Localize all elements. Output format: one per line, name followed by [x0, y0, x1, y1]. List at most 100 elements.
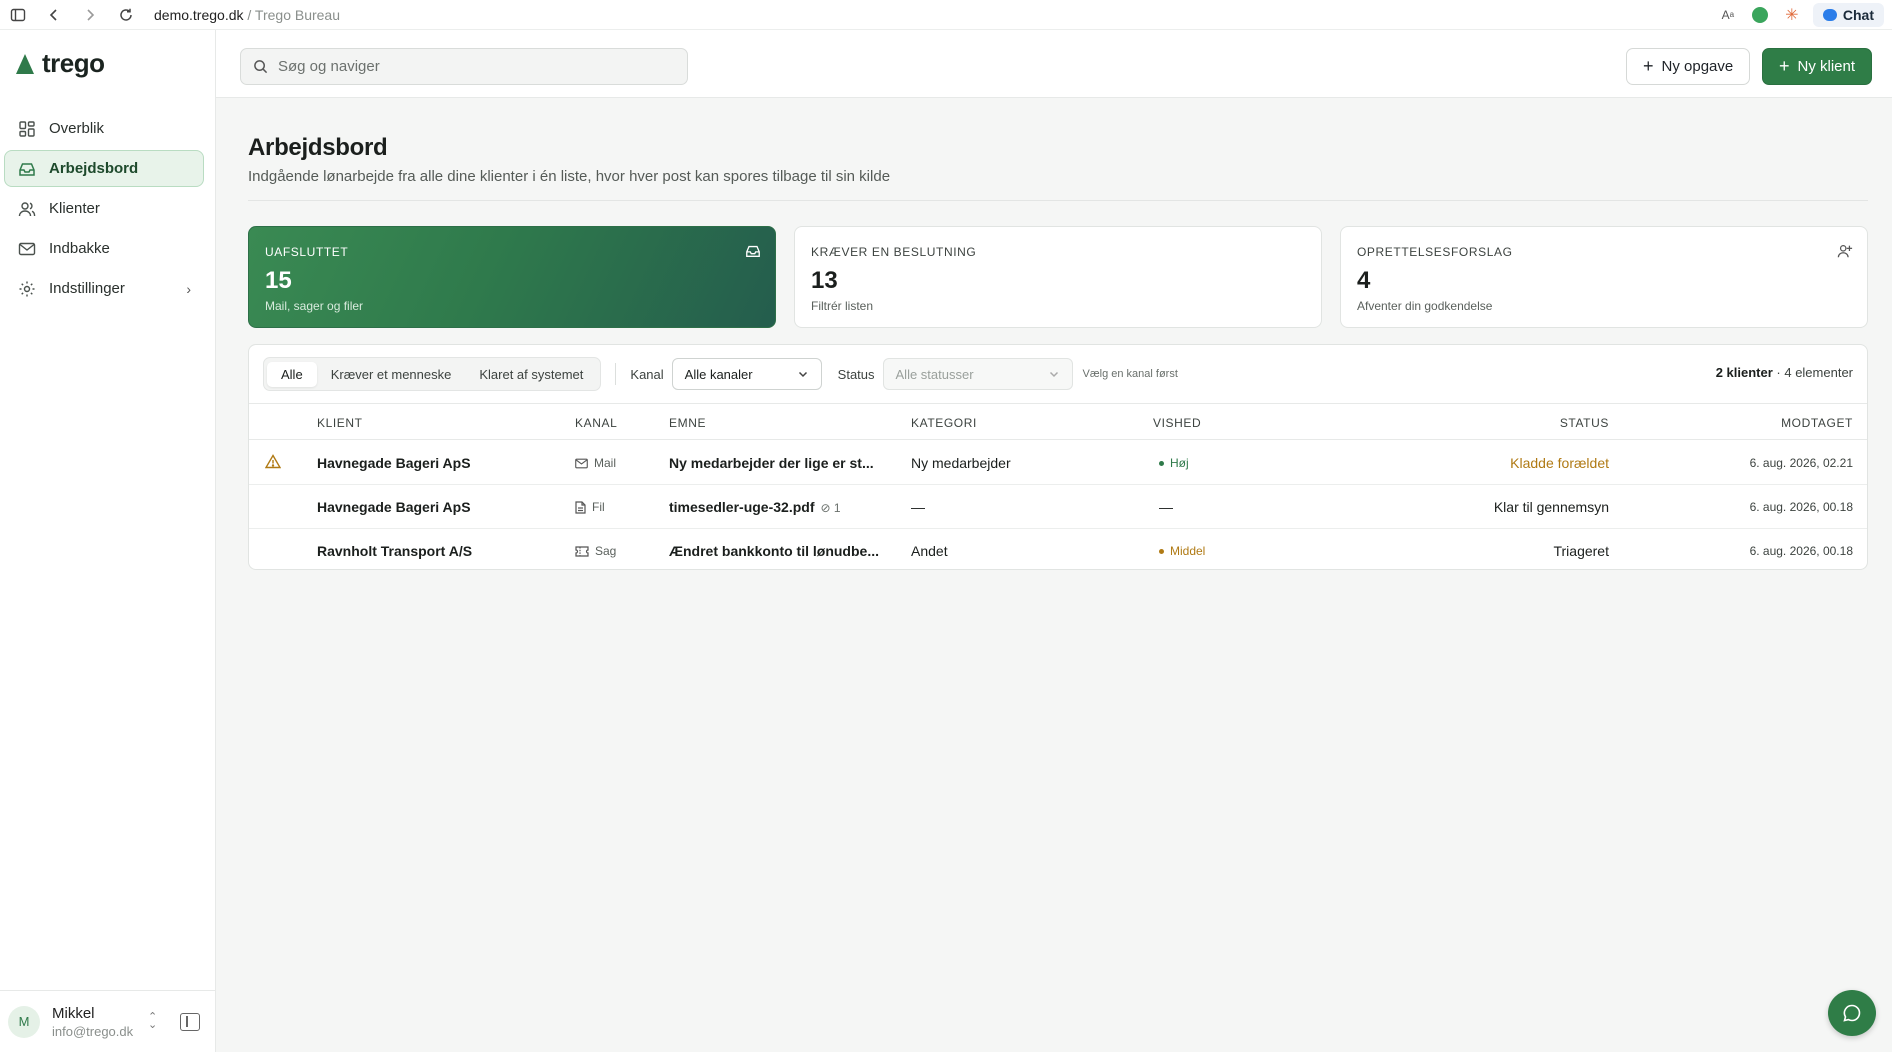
confidence-dot-icon: [1159, 549, 1164, 555]
user-name: Mikkel: [52, 1004, 95, 1022]
chat-fab-button[interactable]: [1828, 990, 1876, 1036]
filter-tab-alle[interactable]: Alle: [267, 361, 317, 387]
mail-icon: [575, 458, 588, 468]
back-icon[interactable]: [36, 0, 72, 30]
gear-icon: [17, 279, 37, 299]
chat-label: Chat: [1842, 6, 1874, 23]
sidebar-item-label: Klienter: [49, 200, 100, 217]
stat-card-value: 4: [1357, 267, 1371, 294]
column-header-vished[interactable]: VISHED: [1153, 416, 1201, 430]
search-box[interactable]: [240, 48, 688, 85]
cell-vished: —: [1159, 499, 1173, 515]
attachment-count-value: 1: [833, 501, 841, 515]
extension-sun-icon[interactable]: ✳: [1781, 4, 1803, 26]
status-select-value: Alle statusser: [895, 366, 974, 382]
user-menu[interactable]: M Mikkel info@trego.dk ⌃ ⌄: [0, 990, 215, 1052]
forward-icon[interactable]: [72, 0, 108, 30]
cell-kategori: Ny medarbejder: [911, 455, 1011, 471]
kanal-select[interactable]: Alle kanaler: [671, 358, 822, 390]
sidebar-toggle-icon[interactable]: [0, 0, 36, 30]
collapse-sidebar-icon[interactable]: [180, 1013, 200, 1031]
confidence-dot-icon: [1159, 461, 1164, 467]
extension-green-icon[interactable]: [1749, 4, 1771, 26]
stat-card-oprettelsesforslag[interactable]: OPRETTELSESFORSLAG 4 Afventer din godken…: [1340, 226, 1868, 328]
cell-kanal: Fil: [575, 500, 605, 514]
chevron-right-icon: ›: [186, 280, 191, 297]
filter-tab-kraever-menneske[interactable]: Kræver et menneske: [317, 362, 466, 387]
sidebar: trego Overblik Arbejdsbord Klienter Indb…: [0, 30, 216, 1052]
cell-emne-label: timesedler-uge-32.pdf: [669, 499, 815, 515]
column-header-emne[interactable]: EMNE: [669, 416, 706, 430]
reload-icon[interactable]: [108, 0, 144, 30]
cell-client: Havnegade Bageri ApS: [317, 455, 471, 471]
avatar: M: [8, 1005, 40, 1038]
sidebar-item-overblik[interactable]: Overblik: [4, 110, 204, 147]
column-header-kanal[interactable]: KANAL: [575, 416, 617, 430]
cell-client: Havnegade Bageri ApS: [317, 499, 471, 515]
divider: [615, 363, 617, 385]
sidebar-item-indstillinger[interactable]: Indstillinger ›: [4, 270, 204, 307]
stat-card-desc: Filtrér listen: [811, 299, 874, 313]
cell-client: Ravnholt Transport A/S: [317, 543, 473, 559]
work-table-panel: Alle Kræver et menneske Klaret af system…: [248, 344, 1868, 570]
column-header-status[interactable]: STATUS: [1560, 416, 1609, 430]
chevron-down-icon: [1049, 371, 1058, 378]
sidebar-item-indbakke[interactable]: Indbakke: [4, 230, 204, 267]
topbar: + Ny opgave + Ny klient: [216, 30, 1892, 98]
stat-card-value: 13: [811, 267, 838, 294]
sidebar-item-label: Overblik: [49, 120, 105, 137]
column-header-kategori[interactable]: KATEGORI: [911, 416, 977, 430]
logo[interactable]: trego: [16, 48, 105, 79]
column-header-modtaget[interactable]: MODTAGET: [1781, 416, 1853, 430]
chat-button[interactable]: Chat: [1812, 2, 1884, 27]
filter-hint: Vælg en kanal først: [1082, 368, 1178, 380]
status-select[interactable]: Alle statusser: [882, 358, 1073, 390]
column-header-klient[interactable]: KLIENT: [317, 416, 363, 430]
warning-icon: [265, 454, 281, 469]
user-email: info@trego.dk: [52, 1023, 134, 1039]
chevron-up-down-icon[interactable]: ⌃ ⌄: [148, 1012, 157, 1031]
stat-card-desc: Afventer din godkendelse: [1357, 299, 1493, 313]
cell-emne: Ny medarbejder der lige er st...: [669, 455, 874, 471]
address-bar[interactable]: demo.trego.dk / Trego Bureau: [154, 7, 340, 23]
cell-kanal-label: Mail: [594, 456, 617, 470]
users-icon: [17, 199, 37, 219]
new-task-button[interactable]: + Ny opgave: [1626, 48, 1751, 85]
tree-logo-icon: [16, 53, 34, 74]
plus-icon: +: [1643, 56, 1654, 76]
sidebar-item-arbejdsbord[interactable]: Arbejdsbord: [4, 150, 204, 187]
cell-kategori: Andet: [911, 543, 948, 559]
chat-bubble-icon: [1843, 1004, 1861, 1022]
url-separator: /: [247, 6, 252, 23]
table-row[interactable]: Havnegade Bageri ApS Mail Ny medarbejder…: [249, 441, 1867, 485]
table-row[interactable]: Ravnholt Transport A/S Sag Ændret bankko…: [249, 529, 1867, 573]
url-page-title: Trego Bureau: [254, 6, 341, 23]
cell-kanal-label: Sag: [595, 544, 617, 558]
cell-status: Klar til gennemsyn: [1493, 499, 1609, 515]
file-icon: [575, 500, 586, 514]
new-client-button[interactable]: + Ny klient: [1762, 48, 1873, 85]
cell-status: Triageret: [1553, 543, 1609, 559]
cell-emne: timesedler-uge-32.pdf ⊘ 1: [669, 499, 841, 515]
cell-vished: Høj: [1159, 456, 1189, 470]
ticket-icon: [575, 545, 589, 557]
stat-card-uafsluttet[interactable]: UAFSLUTTET 15 Mail, sager og filer: [248, 226, 776, 328]
translate-icon[interactable]: Aa: [1717, 4, 1739, 26]
filter-bar: Alle Kræver et menneske Klaret af system…: [263, 357, 1178, 391]
element-count: · 4 elementer: [1772, 365, 1853, 380]
new-client-label: Ny klient: [1797, 58, 1856, 75]
sidebar-item-klienter[interactable]: Klienter: [4, 190, 204, 227]
cell-kategori: —: [911, 499, 925, 515]
client-count: 2 klienter: [1715, 365, 1773, 380]
filter-tab-klaret-system[interactable]: Klaret af systemet: [465, 362, 597, 387]
search-input[interactable]: [278, 58, 658, 75]
stat-card-label: OPRETTELSESFORSLAG: [1357, 245, 1513, 259]
sidebar-item-label: Arbejdsbord: [49, 160, 139, 177]
stat-card-kraever-beslutning[interactable]: KRÆVER EN BESLUTNING 13 Filtrér listen: [794, 226, 1322, 328]
filter-segmented-control: Alle Kræver et menneske Klaret af system…: [263, 357, 602, 391]
kanal-label: Kanal: [630, 366, 664, 382]
mail-icon: [17, 239, 37, 259]
stat-card-value: 15: [265, 267, 292, 294]
table-row[interactable]: Havnegade Bageri ApS Fil timesedler-uge-…: [249, 485, 1867, 529]
cell-vished: Middel: [1159, 544, 1205, 558]
